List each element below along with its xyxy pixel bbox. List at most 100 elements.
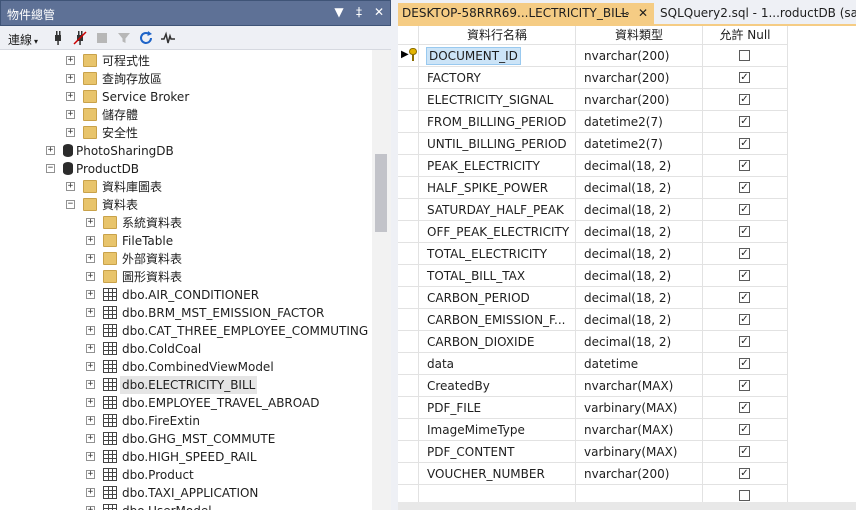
expand-icon[interactable]: + bbox=[86, 398, 95, 407]
allow-nulls-checkbox[interactable]: ✓ bbox=[739, 402, 750, 413]
table-node[interactable]: + dbo.TAXI_APPLICATION bbox=[0, 484, 372, 502]
column-name-cell[interactable]: SATURDAY_HALF_PEAK bbox=[419, 199, 576, 221]
column-name-cell[interactable]: TOTAL_BILL_TAX bbox=[419, 265, 576, 287]
allow-nulls-checkbox[interactable]: ✓ bbox=[739, 358, 750, 369]
folder-node[interactable]: − 資料表 bbox=[0, 196, 372, 214]
column-name-cell[interactable]: CARBON_EMISSION_F... bbox=[419, 309, 576, 331]
database-node[interactable]: + PhotoSharingDB bbox=[0, 142, 372, 160]
close-panel-icon[interactable]: ✕ bbox=[372, 5, 386, 19]
data-type-cell[interactable]: varbinary(MAX) bbox=[576, 441, 703, 463]
expand-icon[interactable]: + bbox=[66, 56, 75, 65]
allow-nulls-checkbox[interactable]: ✓ bbox=[739, 226, 750, 237]
folder-node[interactable]: + 可程式性 bbox=[0, 52, 372, 70]
data-type-cell[interactable]: nvarchar(200) bbox=[576, 89, 703, 111]
data-type-cell[interactable]: nvarchar(MAX) bbox=[576, 375, 703, 397]
table-node[interactable]: + dbo.HIGH_SPEED_RAIL bbox=[0, 448, 372, 466]
expand-icon[interactable]: + bbox=[86, 380, 95, 389]
table-node[interactable]: + dbo.ELECTRICITY_BILL bbox=[0, 376, 372, 394]
allow-nulls-checkbox[interactable]: ✓ bbox=[739, 182, 750, 193]
folder-node[interactable]: + 查詢存放區 bbox=[0, 70, 372, 88]
allow-nulls-checkbox[interactable]: ✓ bbox=[739, 336, 750, 347]
data-type-cell[interactable]: datetime2(7) bbox=[576, 133, 703, 155]
allow-nulls-checkbox[interactable]: ✓ bbox=[739, 292, 750, 303]
column-name-cell[interactable]: FROM_BILLING_PERIOD bbox=[419, 111, 576, 133]
data-type-cell[interactable]: decimal(18, 2) bbox=[576, 177, 703, 199]
object-explorer-scrollbar[interactable] bbox=[372, 50, 391, 510]
allow-nulls-checkbox[interactable] bbox=[739, 490, 750, 501]
row-selector[interactable] bbox=[398, 155, 419, 177]
data-type-cell[interactable]: datetime bbox=[576, 353, 703, 375]
data-type-cell[interactable]: decimal(18, 2) bbox=[576, 243, 703, 265]
column-name-cell[interactable]: PDF_FILE bbox=[419, 397, 576, 419]
expand-icon[interactable]: + bbox=[66, 182, 75, 191]
allow-nulls-checkbox[interactable]: ✓ bbox=[739, 160, 750, 171]
data-type-cell[interactable]: decimal(18, 2) bbox=[576, 309, 703, 331]
column-name-cell[interactable]: data bbox=[419, 353, 576, 375]
database-node[interactable]: − ProductDB bbox=[0, 160, 372, 178]
expand-icon[interactable]: + bbox=[86, 362, 95, 371]
expand-icon[interactable]: + bbox=[86, 254, 95, 263]
column-name-cell[interactable]: HALF_SPIKE_POWER bbox=[419, 177, 576, 199]
connect-plug-icon[interactable] bbox=[50, 30, 66, 46]
column-name-cell[interactable]: FACTORY bbox=[419, 67, 576, 89]
expand-icon[interactable]: + bbox=[86, 236, 95, 245]
expand-icon[interactable]: + bbox=[86, 290, 95, 299]
data-type-cell[interactable]: nvarchar(MAX) bbox=[576, 419, 703, 441]
allow-nulls-checkbox[interactable]: ✓ bbox=[739, 446, 750, 457]
folder-node[interactable]: + 圖形資料表 bbox=[0, 268, 372, 286]
expand-icon[interactable]: + bbox=[66, 92, 75, 101]
table-node[interactable]: + dbo.ColdCoal bbox=[0, 340, 372, 358]
row-selector[interactable] bbox=[398, 221, 419, 243]
scrollbar-thumb[interactable] bbox=[375, 154, 387, 232]
row-selector[interactable] bbox=[398, 199, 419, 221]
column-name-cell[interactable]: ELECTRICITY_SIGNAL bbox=[419, 89, 576, 111]
expand-icon[interactable]: + bbox=[86, 416, 95, 425]
data-type-cell[interactable]: decimal(18, 2) bbox=[576, 199, 703, 221]
column-name-cell[interactable]: VOUCHER_NUMBER bbox=[419, 463, 576, 485]
close-tab-icon[interactable]: ✕ bbox=[638, 3, 648, 24]
expand-icon[interactable]: + bbox=[86, 452, 95, 461]
expand-icon[interactable]: + bbox=[86, 272, 95, 281]
allow-nulls-checkbox[interactable]: ✓ bbox=[739, 116, 750, 127]
row-selector[interactable] bbox=[398, 111, 419, 133]
connect-dropdown-button[interactable]: 連線 ▾ bbox=[8, 31, 38, 48]
row-selector[interactable] bbox=[398, 419, 419, 441]
data-type-cell[interactable]: decimal(18, 2) bbox=[576, 331, 703, 353]
expand-icon[interactable]: + bbox=[66, 128, 75, 137]
allow-nulls-checkbox[interactable]: ✓ bbox=[739, 424, 750, 435]
allow-nulls-checkbox[interactable]: ✓ bbox=[739, 380, 750, 391]
allow-nulls-checkbox[interactable]: ✓ bbox=[739, 204, 750, 215]
folder-node[interactable]: + 安全性 bbox=[0, 124, 372, 142]
table-node[interactable]: + dbo.Product bbox=[0, 466, 372, 484]
data-type-cell[interactable]: decimal(18, 2) bbox=[576, 155, 703, 177]
table-node[interactable]: + dbo.CAT_THREE_EMPLOYEE_COMMUTING bbox=[0, 322, 372, 340]
expand-icon[interactable]: + bbox=[86, 488, 95, 497]
activity-monitor-icon[interactable] bbox=[160, 30, 176, 46]
column-name-cell[interactable]: CreatedBy bbox=[419, 375, 576, 397]
designer-horizontal-scrollbar[interactable] bbox=[398, 502, 856, 510]
allow-nulls-checkbox[interactable]: ✓ bbox=[739, 138, 750, 149]
row-selector[interactable] bbox=[398, 441, 419, 463]
column-name-cell[interactable]: DOCUMENT_ID bbox=[419, 45, 576, 67]
expand-icon[interactable]: + bbox=[86, 344, 95, 353]
refresh-icon[interactable] bbox=[138, 30, 154, 46]
row-selector[interactable] bbox=[398, 353, 419, 375]
table-node[interactable]: + dbo.BRM_MST_EMISSION_FACTOR bbox=[0, 304, 372, 322]
allow-nulls-checkbox[interactable]: ✓ bbox=[739, 468, 750, 479]
allow-nulls-checkbox[interactable]: ✓ bbox=[739, 72, 750, 83]
row-selector[interactable] bbox=[398, 287, 419, 309]
tab-electricity-bill-designer[interactable]: DESKTOP-58RRR69...LECTRICITY_BILL ⊸ ✕ bbox=[398, 3, 654, 24]
folder-node[interactable]: + 儲存體 bbox=[0, 106, 372, 124]
expand-icon[interactable]: + bbox=[66, 110, 75, 119]
column-name-cell[interactable]: UNTIL_BILLING_PERIOD bbox=[419, 133, 576, 155]
table-node[interactable]: + dbo.UserModel bbox=[0, 502, 372, 510]
table-node[interactable]: + dbo.CombinedViewModel bbox=[0, 358, 372, 376]
table-node[interactable]: + dbo.AIR_CONDITIONER bbox=[0, 286, 372, 304]
data-type-cell[interactable]: datetime2(7) bbox=[576, 111, 703, 133]
column-name-cell[interactable]: ImageMimeType bbox=[419, 419, 576, 441]
folder-node[interactable]: + 外部資料表 bbox=[0, 250, 372, 268]
data-type-cell[interactable]: decimal(18, 2) bbox=[576, 221, 703, 243]
data-type-cell[interactable]: nvarchar(200) bbox=[576, 45, 703, 67]
expand-icon[interactable]: + bbox=[86, 506, 95, 510]
data-type-cell[interactable]: varbinary(MAX) bbox=[576, 397, 703, 419]
